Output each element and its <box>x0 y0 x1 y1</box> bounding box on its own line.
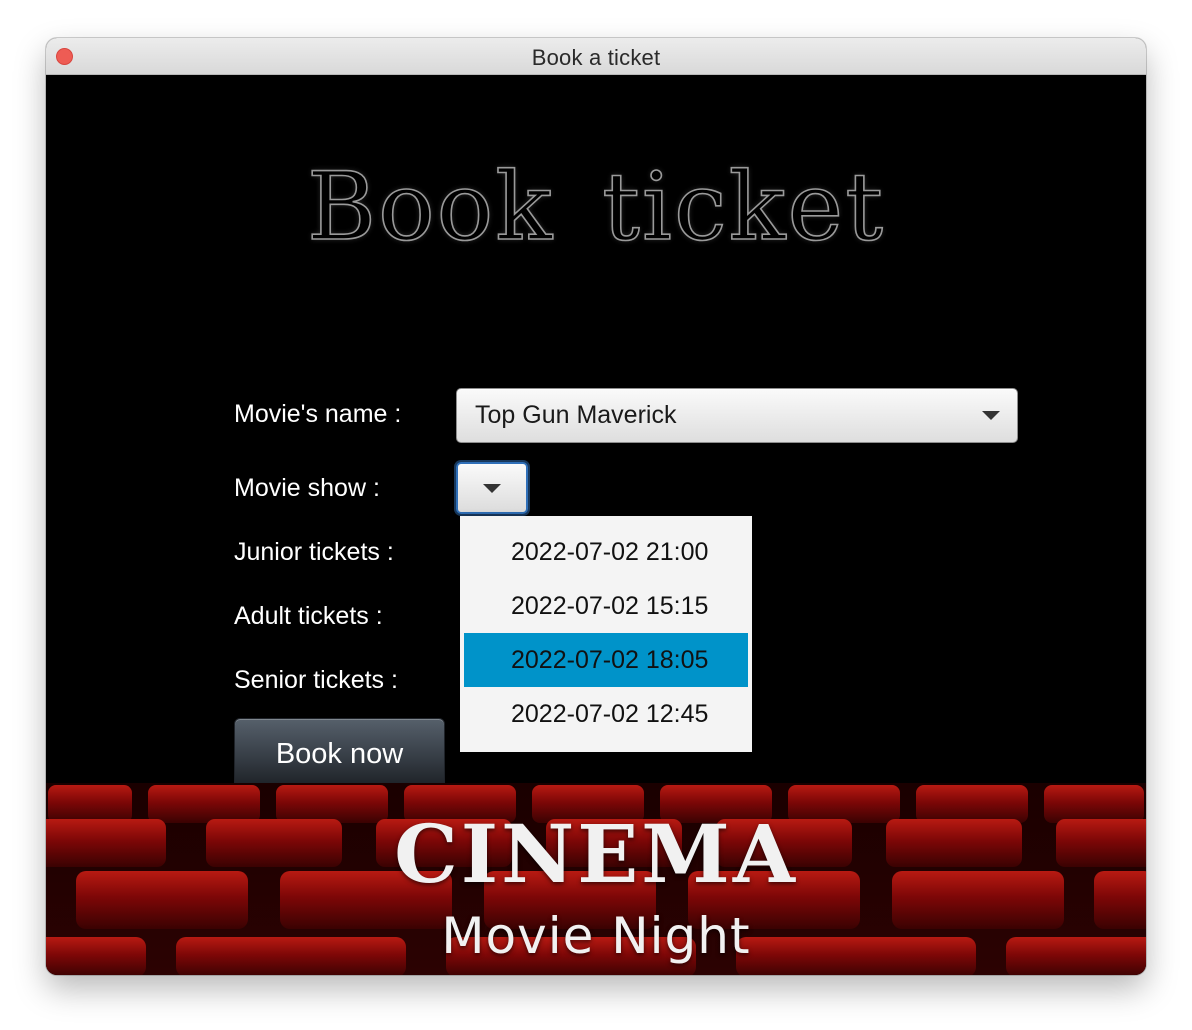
dropdown-option-highlighted[interactable]: 2022-07-02 18:05 <box>464 633 748 687</box>
window-title: Book a ticket <box>531 45 661 70</box>
chevron-down-icon <box>483 484 501 493</box>
dropdown-option[interactable]: 2022-07-02 12:45 <box>464 687 748 741</box>
movie-name-value: Top Gun Maverick <box>475 401 677 429</box>
movie-name-select[interactable]: Top Gun Maverick <box>456 388 1018 443</box>
main-content: Book ticket Movie's name : Top Gun Maver… <box>46 75 1146 975</box>
junior-tickets-label: Junior tickets : <box>234 538 394 566</box>
booking-window: Book a ticket Book ticket Movie's name :… <box>46 38 1146 975</box>
movie-show-select[interactable] <box>456 462 528 514</box>
movie-show-label: Movie show : <box>234 474 380 502</box>
book-now-button[interactable]: Book now <box>234 718 445 790</box>
chevron-down-icon <box>982 411 1000 420</box>
dropdown-option[interactable]: 2022-07-02 21:00 <box>464 525 748 579</box>
page-title: Book ticket <box>306 152 885 263</box>
cinema-logo-subtitle: Movie Night <box>441 907 751 965</box>
movie-name-label: Movie's name : <box>234 400 402 428</box>
senior-tickets-label: Senior tickets : <box>234 666 398 694</box>
title-bar: Book a ticket <box>46 38 1146 75</box>
dropdown-option[interactable]: 2022-07-02 15:15 <box>464 579 748 633</box>
adult-tickets-label: Adult tickets : <box>234 602 383 630</box>
cinema-logo-title: CINEMA <box>394 807 798 901</box>
movie-show-dropdown-list: 2022-07-02 21:00 2022-07-02 15:15 2022-0… <box>460 516 752 752</box>
